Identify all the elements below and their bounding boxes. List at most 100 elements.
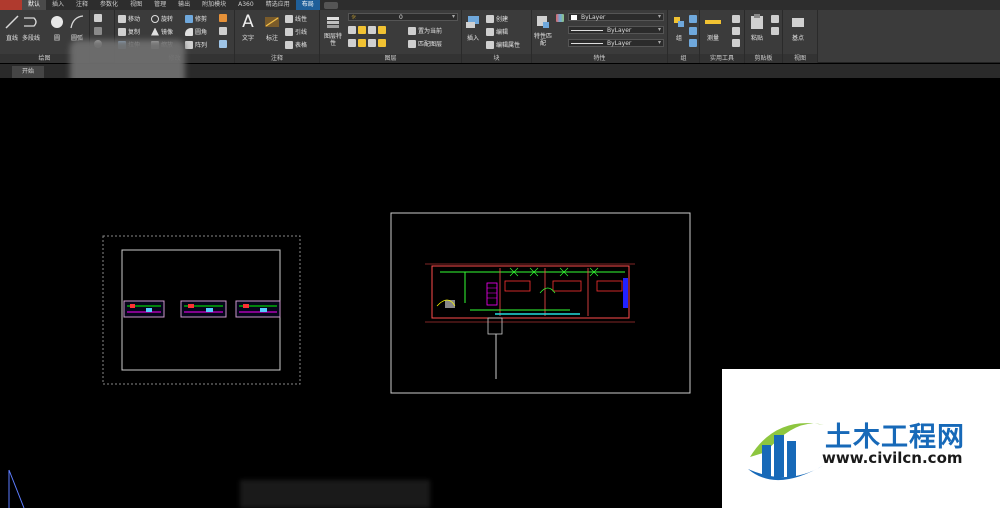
match-properties-label: 特性匹配 (534, 33, 553, 47)
id-point-icon[interactable] (732, 39, 740, 47)
text-button[interactable]: A 文字 (239, 12, 257, 42)
dimension-icon (263, 13, 281, 31)
tab-annotate[interactable]: 注释 (70, 0, 94, 10)
arc-icon (68, 13, 86, 31)
tab-layout[interactable]: 布局 (295, 0, 320, 10)
line-icon (3, 13, 21, 31)
move-icon (118, 14, 126, 23)
table-button[interactable]: 表格 (285, 40, 307, 49)
clipboard-panel-title[interactable]: 剪贴板 (745, 54, 782, 63)
rotate-button[interactable]: 旋转 (151, 14, 173, 23)
panel-properties: 特性匹配 ByLayer ByLayer ByLayer 特性 (532, 10, 668, 63)
lineweight-dropdown[interactable]: ByLayer (568, 39, 664, 47)
layer-dropdown[interactable]: ☼ 0 (348, 13, 458, 21)
match-properties-button[interactable]: 特性匹配 (534, 13, 552, 47)
trim-button[interactable]: 修剪 (185, 14, 207, 23)
annotation-panel-title[interactable]: 注释 (235, 54, 319, 63)
quick-select-icon[interactable] (732, 27, 740, 35)
trim-icon (185, 14, 193, 23)
group-select-icon[interactable] (689, 39, 697, 47)
tab-output[interactable]: 输出 (172, 0, 196, 10)
insert-block-button[interactable]: 插入 (464, 13, 482, 42)
groups-panel-title[interactable]: 组 (668, 54, 699, 63)
create-block-label: 创建 (496, 16, 509, 23)
layer-tools-row-2[interactable] (348, 39, 386, 47)
arc-button[interactable]: 圆弧 (68, 13, 86, 42)
hatch-icon (94, 27, 102, 35)
tab-overflow-icon[interactable] (323, 1, 338, 9)
linear-dim-button[interactable]: 线性 (285, 14, 307, 23)
tab-parametric[interactable]: 参数化 (94, 0, 124, 10)
group-button[interactable]: 组 (670, 13, 688, 42)
base-view-button[interactable]: 基点 (789, 13, 807, 42)
group-edit-icon[interactable] (689, 27, 697, 35)
create-block-button[interactable]: 创建 (486, 14, 508, 23)
copy-icon (118, 27, 126, 36)
line-label: 直线 (5, 35, 18, 42)
dimension-button[interactable]: 标注 (263, 13, 281, 42)
text-label: 文字 (241, 35, 254, 42)
rotate-icon (151, 14, 159, 23)
mirror-icon (151, 27, 159, 36)
polyline-button[interactable]: 多段线 (22, 13, 40, 42)
offset-tool[interactable] (219, 40, 227, 48)
lineweight-value: ByLayer (607, 40, 632, 47)
hatch-tool[interactable] (94, 27, 102, 35)
array-icon (185, 40, 193, 49)
copy-button[interactable]: 复制 (118, 27, 140, 36)
fillet-icon (185, 27, 193, 36)
view-panel-title[interactable]: 视图 (783, 54, 817, 63)
layer-tools-row-1[interactable] (348, 26, 386, 34)
match-layer-label: 匹配图层 (418, 41, 443, 48)
paste-button[interactable]: 粘贴 (748, 13, 766, 42)
array-button[interactable]: 阵列 (185, 40, 207, 49)
rectangle-tool[interactable] (94, 14, 102, 22)
circle-button[interactable]: 圆 (48, 13, 66, 42)
set-current-button[interactable]: 置为当前 (408, 26, 442, 35)
tab-manage[interactable]: 管理 (148, 0, 172, 10)
panel-block: 插入 创建 编辑 编辑属性 块 (462, 10, 532, 63)
erase-tool[interactable] (219, 14, 227, 22)
tab-default[interactable]: 默认 (22, 0, 47, 10)
color-swatch (571, 15, 577, 20)
properties-panel-title[interactable]: 特性 (532, 54, 667, 63)
copy-clip-icon[interactable] (771, 27, 779, 35)
fillet-button[interactable]: 圆角 (185, 27, 207, 36)
tab-insert[interactable]: 插入 (46, 0, 70, 10)
block-panel-title[interactable]: 块 (462, 54, 531, 63)
line-button[interactable]: 直线 (3, 13, 21, 42)
measure-button[interactable]: 测量 (704, 13, 722, 42)
linetype-dropdown[interactable]: ByLayer (568, 26, 664, 34)
leader-button[interactable]: 引线 (285, 27, 307, 36)
dimension-label: 标注 (265, 35, 278, 42)
color-dropdown[interactable]: ByLayer (568, 13, 664, 21)
paste-icon (748, 13, 766, 31)
edit-attributes-button[interactable]: 编辑属性 (486, 40, 520, 49)
offset-icon (219, 40, 227, 48)
layer-properties-button[interactable]: 图层特性 (324, 13, 342, 47)
explode-tool[interactable] (219, 27, 227, 35)
utilities-panel-title[interactable]: 实用工具 (700, 54, 744, 63)
calculator-icon[interactable] (732, 15, 740, 23)
move-button[interactable]: 移动 (118, 14, 140, 23)
file-tab-start[interactable]: 开始 (12, 66, 45, 78)
tab-addins[interactable]: 附加模块 (196, 0, 232, 10)
cut-icon[interactable] (771, 15, 779, 23)
application-menu-button[interactable] (0, 0, 22, 10)
panel-clipboard: 粘贴 剪贴板 (745, 10, 783, 63)
edit-attributes-icon (486, 40, 494, 49)
ungroup-icon[interactable] (689, 15, 697, 23)
edit-block-label: 编辑 (496, 29, 509, 36)
mirror-button[interactable]: 镜像 (151, 27, 173, 36)
panel-view: 基点 视图 (783, 10, 818, 63)
set-current-icon (408, 26, 416, 35)
panel-layers: 图层特性 ☼ 0 置为当前 匹配图层 图层 (320, 10, 462, 63)
layers-panel-title[interactable]: 图层 (320, 54, 461, 63)
mirror-label: 镜像 (161, 29, 174, 36)
tab-a360[interactable]: A360 (232, 0, 260, 10)
tab-view[interactable]: 视图 (124, 0, 148, 10)
match-layer-button[interactable]: 匹配图层 (408, 39, 442, 48)
copy-label: 复制 (128, 29, 141, 36)
edit-block-button[interactable]: 编辑 (486, 27, 508, 36)
tab-featured-apps[interactable]: 精选应用 (260, 0, 296, 10)
